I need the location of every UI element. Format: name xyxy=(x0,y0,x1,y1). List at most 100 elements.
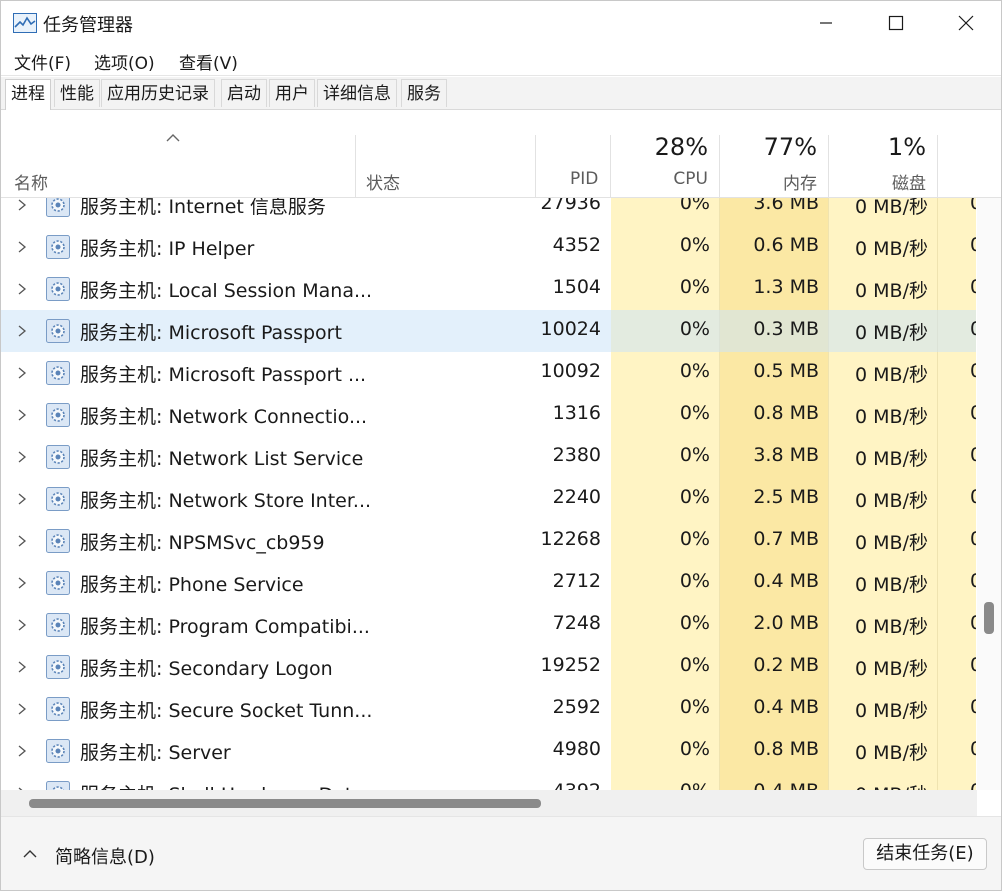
vertical-scroll-thumb[interactable] xyxy=(984,602,994,634)
column-divider[interactable] xyxy=(355,135,356,197)
chevron-right-icon[interactable] xyxy=(17,451,27,463)
process-name: 服务主机: Local Session Mana... xyxy=(80,280,373,302)
chevron-right-icon[interactable] xyxy=(17,745,27,757)
table-row[interactable]: 服务主机: Secure Socket Tunn... 2592 0% 0.4 MB 0… xyxy=(1,688,976,730)
tab-startup[interactable]: 启动 xyxy=(221,79,267,107)
column-header-name[interactable]: 名称 xyxy=(14,169,48,194)
chevron-right-icon[interactable] xyxy=(17,577,27,589)
chevron-right-icon[interactable] xyxy=(17,493,27,505)
chevron-right-icon[interactable] xyxy=(17,619,27,631)
horizontal-scroll-thumb[interactable] xyxy=(29,799,541,808)
menu-file[interactable]: 文件(F) xyxy=(14,49,71,74)
maximize-button[interactable] xyxy=(861,1,931,45)
table-row[interactable]: 服务主机: Internet 信息服务 27936 0% 3.6 MB 0 MB/秒 0 xyxy=(1,198,976,226)
process-network: 0 xyxy=(970,738,976,760)
column-divider[interactable] xyxy=(719,135,720,197)
chevron-right-icon[interactable] xyxy=(17,535,27,547)
process-pid: 1316 xyxy=(552,402,601,424)
chevron-up-icon[interactable] xyxy=(23,849,37,859)
table-row[interactable]: 服务主机: Microsoft Passport ... 10092 0% 0.5 M… xyxy=(1,352,976,394)
table-row[interactable]: 服务主机: Secondary Logon 19252 0% 0.2 MB 0 MB/秒… xyxy=(1,646,976,688)
column-header-cpu[interactable]: CPU xyxy=(673,169,708,189)
table-row[interactable]: 服务主机: Network Connectio... 1316 0% 0.8 MB 0 … xyxy=(1,394,976,436)
process-pid: 1504 xyxy=(552,276,601,298)
table-row[interactable]: 服务主机: Shell Hardware Det... 4392 0% 0.4 MB 0… xyxy=(1,772,976,790)
column-header-pid[interactable]: PID xyxy=(570,169,598,189)
minimize-button[interactable] xyxy=(791,1,861,45)
chevron-right-icon[interactable] xyxy=(17,283,27,295)
process-network: 0 xyxy=(970,360,976,382)
column-divider[interactable] xyxy=(535,135,536,197)
process-name: 服务主机: Phone Service xyxy=(80,574,304,596)
menu-options[interactable]: 选项(O) xyxy=(94,49,155,74)
chevron-right-icon[interactable] xyxy=(17,703,27,715)
process-cpu: 0% xyxy=(679,318,710,340)
table-row[interactable]: 服务主机: Local Session Mana... 1504 0% 1.3 MB 0… xyxy=(1,268,976,310)
tab-users[interactable]: 用户 xyxy=(269,79,315,107)
column-header-disk[interactable]: 磁盘 xyxy=(892,169,926,194)
process-memory: 0.5 MB xyxy=(753,360,819,382)
table-row[interactable]: 服务主机: IP Helper 4352 0% 0.6 MB 0 MB/秒 0 xyxy=(1,226,976,268)
table-row[interactable]: 服务主机: Network Store Inter... 2240 0% 2.5 MB… xyxy=(1,478,976,520)
process-disk: 0 MB/秒 xyxy=(855,616,928,638)
process-memory: 1.3 MB xyxy=(753,276,819,298)
disk-total-percent: 1% xyxy=(887,133,926,161)
process-cpu: 0% xyxy=(679,360,710,382)
process-disk: 0 MB/秒 xyxy=(855,406,928,428)
process-memory: 0.4 MB xyxy=(753,696,819,718)
service-gear-icon xyxy=(46,235,70,259)
process-cpu: 0% xyxy=(679,198,710,214)
title-bar[interactable]: 任务管理器 xyxy=(1,1,1001,45)
chevron-right-icon[interactable] xyxy=(17,409,27,421)
process-disk: 0 MB/秒 xyxy=(855,658,928,680)
process-cpu: 0% xyxy=(679,276,710,298)
column-divider[interactable] xyxy=(610,135,611,197)
process-memory: 0.8 MB xyxy=(753,402,819,424)
process-network: 0 xyxy=(970,318,976,340)
process-memory: 0.6 MB xyxy=(753,234,819,256)
process-cpu: 0% xyxy=(679,570,710,592)
table-row[interactable]: 服务主机: Program Compatibi... 7248 0% 2.0 MB 0 … xyxy=(1,604,976,646)
chevron-right-icon[interactable] xyxy=(17,367,27,379)
end-task-button[interactable]: 结束任务(E) xyxy=(863,838,987,870)
column-divider[interactable] xyxy=(828,135,829,197)
table-row[interactable]: 服务主机: NPSMSvc_cb959 12268 0% 0.7 MB 0 MB/秒 0 xyxy=(1,520,976,562)
process-network: 0 xyxy=(970,780,976,790)
menu-view[interactable]: 查看(V) xyxy=(179,49,238,74)
footer-bar: 简略信息(D) 结束任务(E) xyxy=(1,816,1001,890)
process-pid: 7248 xyxy=(552,612,601,634)
chevron-right-icon[interactable] xyxy=(17,241,27,253)
table-row[interactable]: 服务主机: Phone Service 2712 0% 0.4 MB 0 MB/秒 0 xyxy=(1,562,976,604)
process-cpu: 0% xyxy=(679,738,710,760)
process-memory: 2.5 MB xyxy=(753,486,819,508)
cpu-total-percent: 28% xyxy=(654,133,708,161)
fewer-details-link[interactable]: 简略信息(D) xyxy=(55,843,155,869)
process-network: 0 xyxy=(970,234,976,256)
column-header-status[interactable]: 状态 xyxy=(366,169,400,194)
process-name: 服务主机: Server xyxy=(80,742,231,764)
table-row[interactable]: 服务主机: Microsoft Passport 10024 0% 0.3 MB 0 M… xyxy=(1,310,976,352)
tab-app-history[interactable]: 应用历史记录 xyxy=(101,79,215,107)
chevron-right-icon[interactable] xyxy=(17,661,27,673)
process-cpu: 0% xyxy=(679,612,710,634)
close-button[interactable] xyxy=(931,1,1001,45)
column-header-memory[interactable]: 内存 xyxy=(783,169,817,194)
process-network: 0 xyxy=(970,612,976,634)
column-divider[interactable] xyxy=(937,135,938,197)
chevron-right-icon[interactable] xyxy=(17,325,27,337)
process-disk: 0 MB/秒 xyxy=(855,198,928,218)
vertical-scrollbar[interactable] xyxy=(977,198,1001,790)
process-disk: 0 MB/秒 xyxy=(855,448,928,470)
tab-processes[interactable]: 进程 xyxy=(5,79,51,110)
process-pid: 4392 xyxy=(553,780,601,790)
service-gear-icon xyxy=(46,198,70,217)
tab-details[interactable]: 详细信息 xyxy=(317,79,397,107)
process-network: 0 xyxy=(970,696,976,718)
sort-ascending-icon[interactable] xyxy=(166,133,180,143)
chevron-right-icon[interactable] xyxy=(17,199,27,211)
tab-services[interactable]: 服务 xyxy=(401,79,447,107)
tab-performance[interactable]: 性能 xyxy=(54,79,100,107)
table-row[interactable]: 服务主机: Network List Service 2380 0% 3.8 MB 0 … xyxy=(1,436,976,478)
service-gear-icon xyxy=(46,403,70,427)
table-row[interactable]: 服务主机: Server 4980 0% 0.8 MB 0 MB/秒 0 xyxy=(1,730,976,772)
